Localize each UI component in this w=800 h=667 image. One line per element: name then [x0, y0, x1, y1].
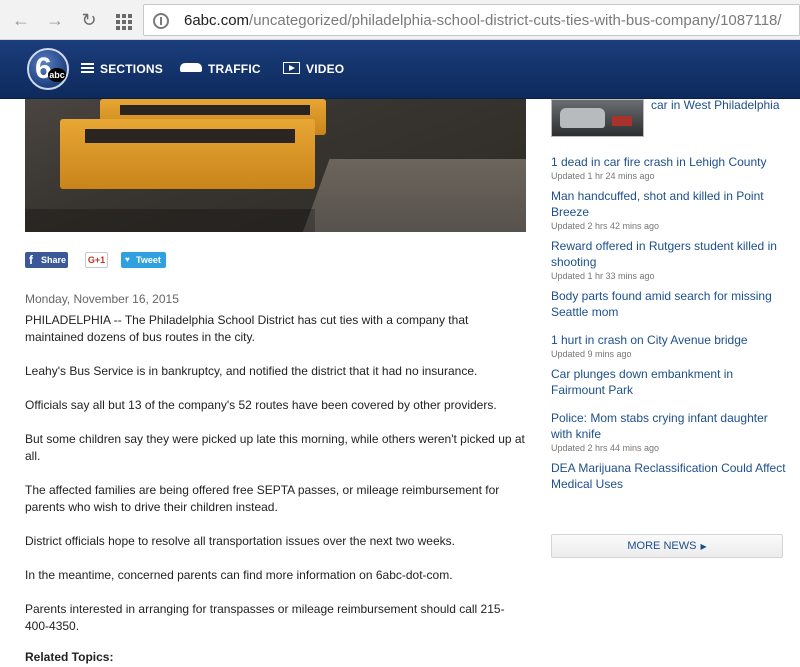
page-info-icon[interactable] [153, 13, 169, 29]
news-headline-link[interactable]: Reward offered in Rutgers student killed… [551, 238, 786, 270]
list-item[interactable]: Reward offered in Rutgers student killed… [551, 238, 786, 282]
school-bus [60, 119, 315, 189]
news-headline-link[interactable]: 1 hurt in crash on City Avenue bridge [551, 332, 786, 348]
facebook-share-button[interactable]: Share [25, 252, 68, 268]
back-arrow-icon[interactable]: ← [10, 9, 32, 31]
news-updated-time: Updated 1 hr 24 mins ago [551, 171, 655, 181]
article-paragraph: Parents interested in arranging for tran… [25, 602, 505, 633]
nav-traffic-label: TRAFFIC [208, 62, 261, 76]
browser-toolbar: ← → ↻ 6abc.com/uncategorized/philadelphi… [0, 0, 800, 40]
logo-abc: abc [48, 68, 66, 82]
list-item[interactable]: 1 hurt in crash on City Avenue bridge Up… [551, 332, 786, 360]
article-paragraph: In the meantime, concerned parents can f… [25, 568, 453, 582]
parking-lot [300, 159, 526, 232]
article-date: Monday, November 16, 2015 [25, 292, 179, 306]
car-icon [180, 63, 202, 73]
article-hero-image [25, 99, 526, 232]
news-headline-link[interactable]: 1 dead in car fire crash in Lehigh Count… [551, 154, 786, 170]
list-item[interactable]: 1 dead in car fire crash in Lehigh Count… [551, 154, 786, 182]
twitter-tweet-button[interactable]: Tweet [121, 252, 166, 268]
news-updated-time: Updated 2 hrs 44 mins ago [551, 443, 660, 453]
news-updated-time: Updated 9 mins ago [551, 349, 632, 359]
caret-right-icon: ▶ [700, 542, 707, 551]
bus-shadow [25, 209, 315, 232]
apps-grid-icon[interactable] [112, 9, 134, 31]
nav-traffic[interactable]: TRAFFIC [180, 62, 261, 76]
url-path: /uncategorized/philadelphia-school-distr… [249, 12, 782, 29]
sidebar-first-headline[interactable]: car in West Philadelphia [651, 98, 780, 112]
news-updated-time: Updated 1 hr 33 mins ago [551, 271, 655, 281]
news-headline-link[interactable]: Man handcuffed, shot and killed in Point… [551, 188, 786, 220]
news-updated-time: Updated 2 hrs 42 mins ago [551, 221, 660, 231]
video-icon [283, 61, 300, 74]
news-headline-link[interactable]: DEA Marijuana Reclassification Could Aff… [551, 460, 786, 492]
list-item[interactable]: Man handcuffed, shot and killed in Point… [551, 188, 786, 232]
list-item[interactable]: Car plunges down embankment in Fairmount… [551, 366, 786, 398]
article-paragraph: Officials say all but 13 of the company'… [25, 398, 497, 412]
article-paragraph: The affected families are being offered … [25, 483, 500, 514]
more-news-label: MORE NEWS [627, 540, 697, 552]
forward-arrow-icon[interactable]: → [44, 9, 66, 31]
hamburger-icon [81, 62, 94, 73]
car-thumbnail-shape [560, 108, 605, 128]
list-item[interactable]: DEA Marijuana Reclassification Could Aff… [551, 460, 786, 492]
news-thumbnail[interactable] [551, 99, 644, 137]
article-paragraph: District officials hope to resolve all t… [25, 534, 455, 548]
site-header: 6 abc SECTIONS TRAFFIC VIDEO [0, 40, 800, 99]
6abc-logo[interactable]: 6 abc [27, 48, 69, 90]
nav-video[interactable]: VIDEO [283, 61, 345, 76]
article-paragraph: But some children say they were picked u… [25, 432, 525, 463]
news-headline-link[interactable]: Car plunges down embankment in Fairmount… [551, 366, 786, 398]
nav-sections-label: SECTIONS [100, 62, 163, 76]
url-host: 6abc.com [184, 12, 250, 29]
related-topics-label: Related Topics: [25, 650, 114, 664]
logo-number: 6 [35, 52, 52, 85]
google-plus-button[interactable]: G+1 [85, 252, 108, 268]
url-text: 6abc.com/uncategorized/philadelphia-scho… [184, 12, 782, 29]
list-item[interactable]: Body parts found amid search for missing… [551, 288, 786, 320]
reload-icon[interactable]: ↻ [78, 9, 100, 31]
news-headline-link[interactable]: Police: Mom stabs crying infant daughter… [551, 410, 786, 442]
red-sign-shape [612, 116, 632, 126]
news-headline-link[interactable]: Body parts found amid search for missing… [551, 288, 786, 320]
address-bar[interactable]: 6abc.com/uncategorized/philadelphia-scho… [143, 4, 800, 36]
article-paragraph: PHILADELPHIA -- The Philadelphia School … [25, 313, 469, 344]
article-paragraph: Leahy's Bus Service is in bankruptcy, an… [25, 364, 478, 378]
more-news-button[interactable]: MORE NEWS ▶ [551, 534, 783, 558]
list-item[interactable]: Police: Mom stabs crying infant daughter… [551, 410, 786, 454]
nav-sections[interactable]: SECTIONS [81, 62, 163, 76]
sidebar-news-list: 1 dead in car fire crash in Lehigh Count… [551, 154, 786, 498]
article-body: PHILADELPHIA -- The Philadelphia School … [25, 312, 525, 652]
nav-video-label: VIDEO [306, 62, 345, 76]
